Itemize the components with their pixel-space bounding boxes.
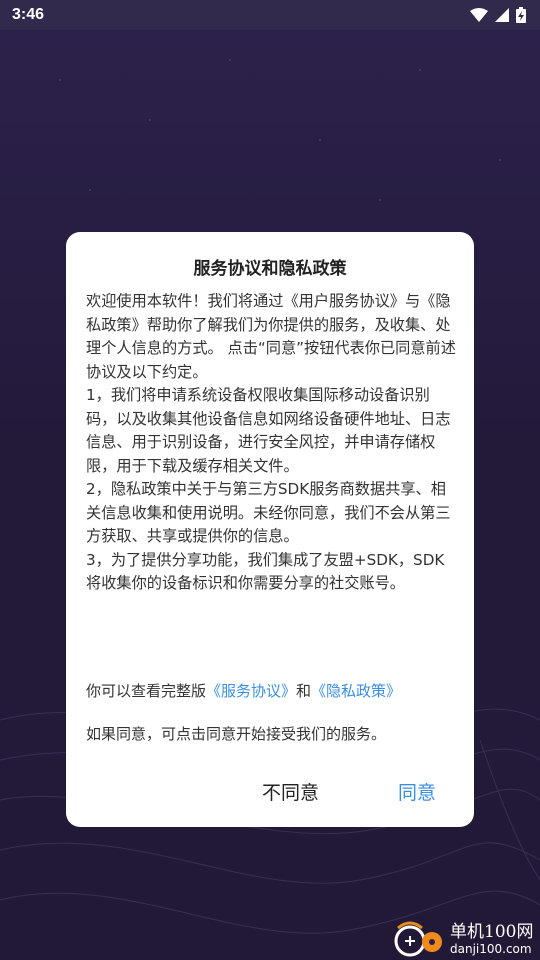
clause-3: 3，为了提供分享功能，我们集成了友盟+SDK，SDK将收集你的设备标识和你需要分… bbox=[86, 550, 445, 593]
watermark-url: danji100.com bbox=[450, 941, 532, 956]
dialog-body: 欢迎使用本软件！我们将通过《用户服务协议》与《隐私政策》帮助你了解我们为你提供的… bbox=[86, 290, 456, 596]
battery-charging-icon bbox=[516, 7, 526, 23]
clause-1: 1，我们将申请系统设备权限收集国际移动设备识别码，以及收集其他设备信息如网络设备… bbox=[86, 386, 451, 475]
disagree-button[interactable]: 不同意 bbox=[262, 778, 319, 805]
clause-2: 2，隐私政策中关于与第三方SDK服务商数据共享、相关信息收集和使用说明。未经你同… bbox=[86, 480, 451, 545]
consent-text: 如果同意，可点击同意开始接受我们的服务。 bbox=[86, 725, 387, 743]
privacy-dialog: 服务协议和隐私政策 欢迎使用本软件！我们将通过《用户服务协议》与《隐私政策》帮助… bbox=[66, 232, 474, 827]
status-time: 3:46 bbox=[12, 6, 45, 23]
agreements-links-line: 你可以查看完整版《服务协议》和《隐私政策》 bbox=[86, 679, 456, 703]
wifi-icon bbox=[470, 8, 488, 22]
links-and: 和 bbox=[296, 682, 312, 700]
links-prefix: 你可以查看完整版 bbox=[86, 682, 207, 700]
privacy-policy-link[interactable]: 《隐私政策》 bbox=[311, 682, 401, 700]
agree-button[interactable]: 同意 bbox=[398, 778, 436, 805]
watermark-logo-icon bbox=[394, 921, 442, 957]
service-agreement-link[interactable]: 《服务协议》 bbox=[206, 682, 296, 700]
intro-paragraph: 欢迎使用本软件！我们将通过《用户服务协议》与《隐私政策》帮助你了解我们为你提供的… bbox=[86, 292, 456, 381]
dialog-title: 服务协议和隐私政策 bbox=[193, 259, 347, 279]
cellular-signal-icon bbox=[495, 8, 509, 22]
status-bar: 3:46 bbox=[0, 0, 540, 30]
watermark: 单机100网 danji100.com bbox=[392, 918, 540, 960]
watermark-name: 单机100网 bbox=[450, 921, 534, 942]
